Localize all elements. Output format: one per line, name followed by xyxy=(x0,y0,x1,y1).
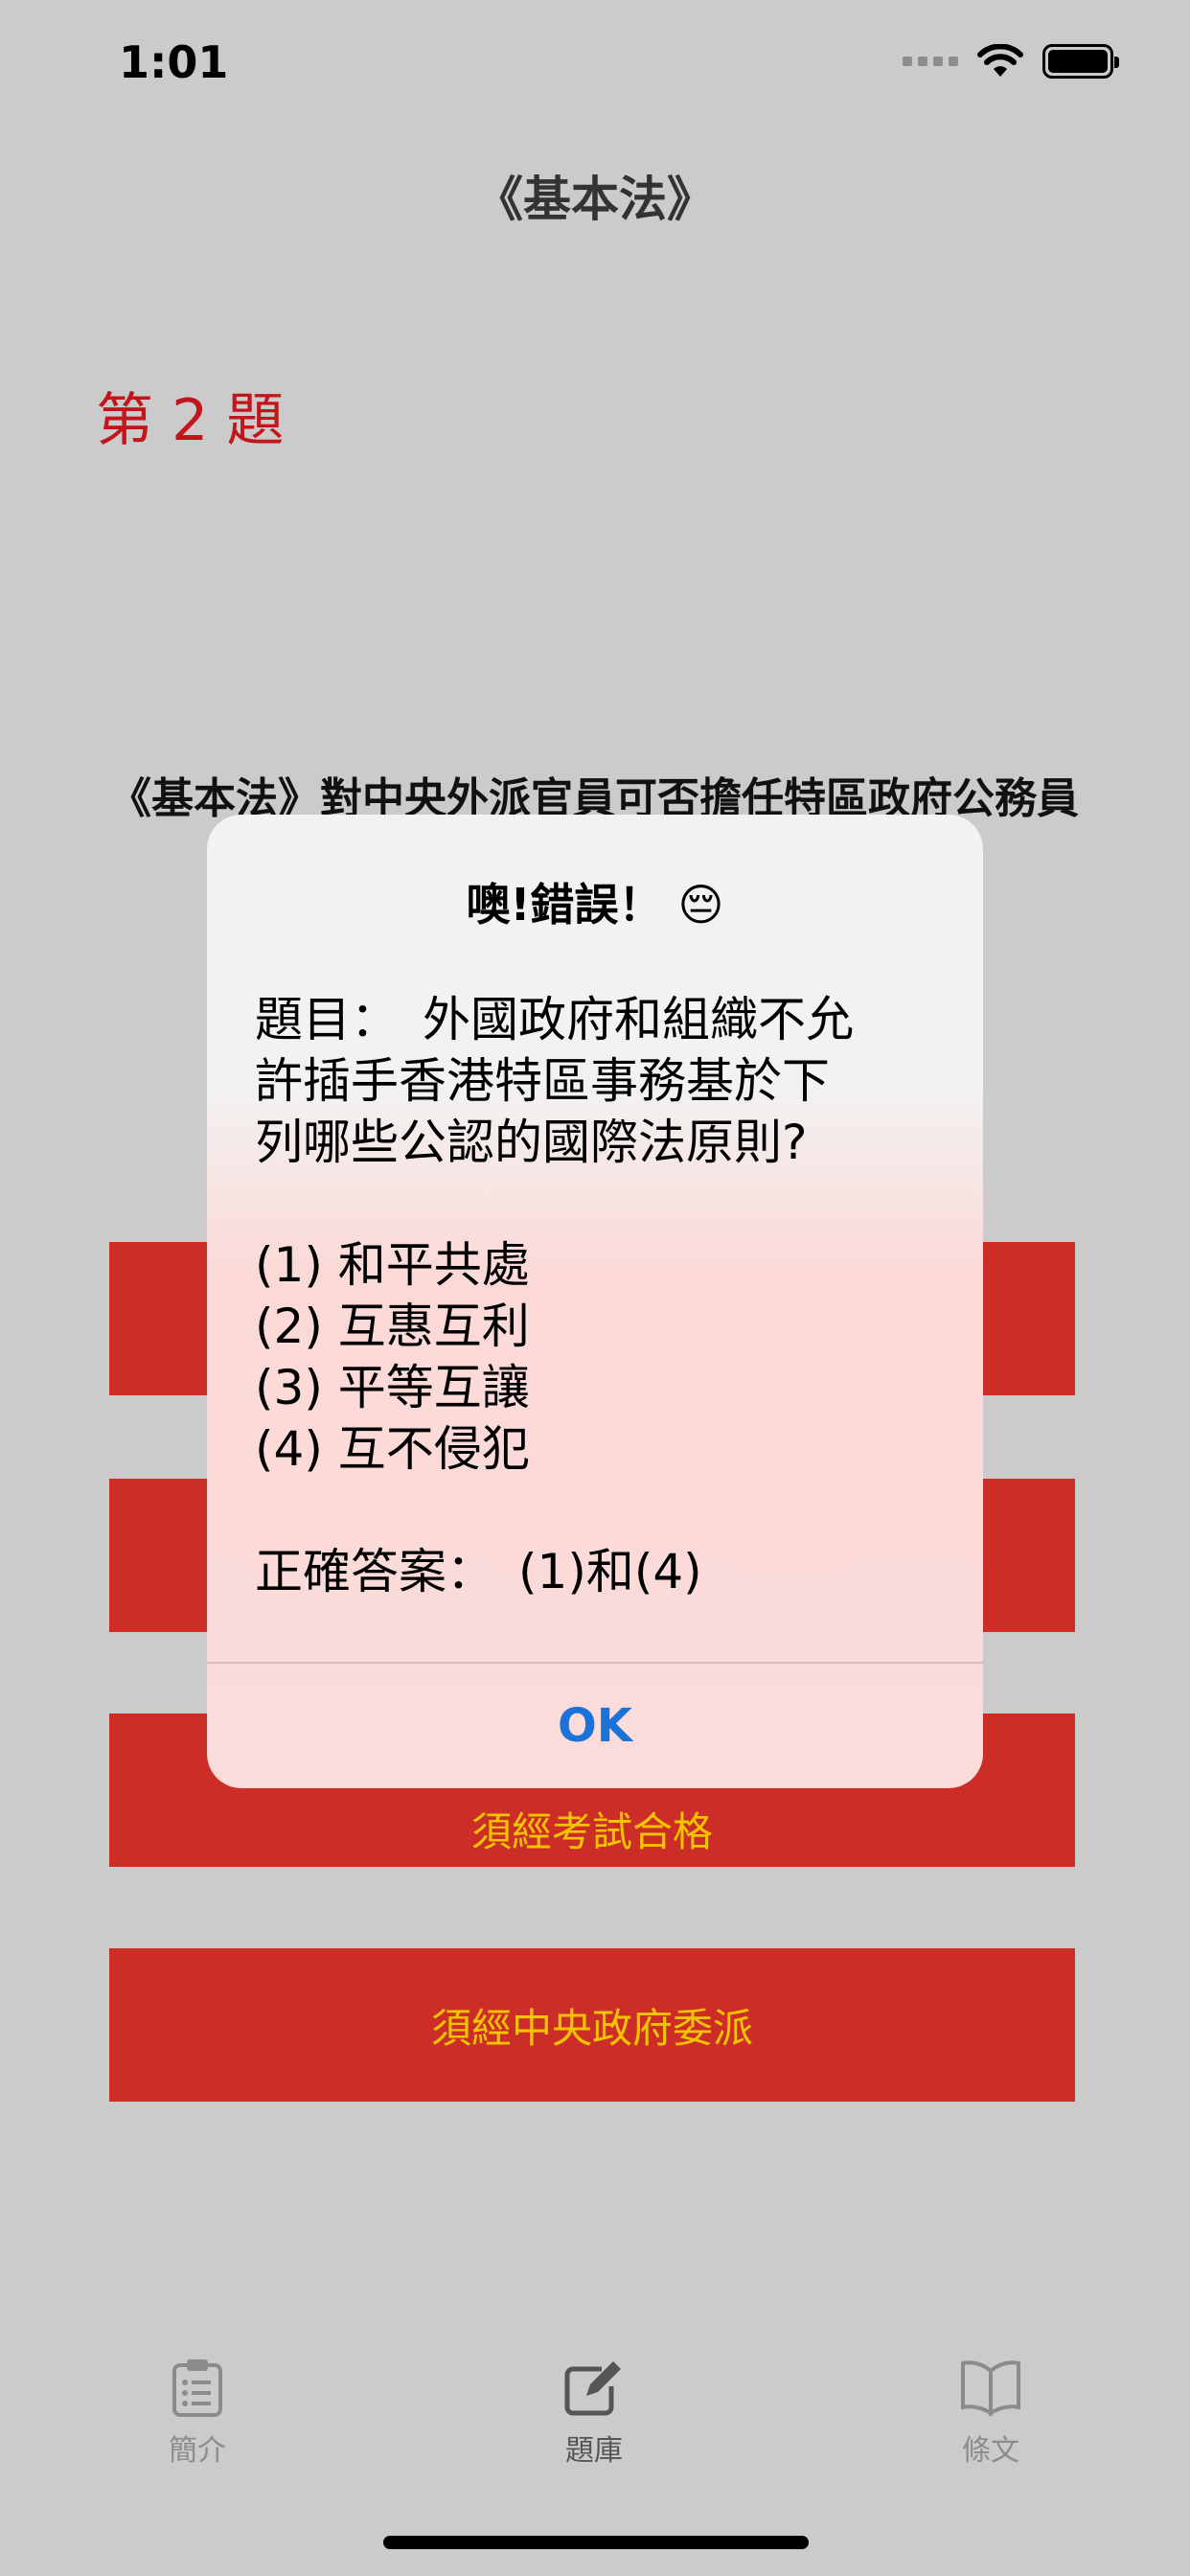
tab-articles[interactable]: 條文 xyxy=(895,2358,1087,2469)
alert-correct-answer: 正確答案： (1)和(4) xyxy=(255,1544,702,1599)
cellular-signal-icon xyxy=(903,57,958,66)
answer-label: 須經考試合格 xyxy=(470,1807,713,1855)
alert-option: (1) 和平共處 xyxy=(255,1237,530,1293)
battery-icon xyxy=(1042,44,1119,79)
alert-question-line: 題目： 外國政府和組織不允 xyxy=(255,992,854,1047)
ok-button[interactable]: OK xyxy=(207,1664,983,1788)
alert-question-line: 列哪些公認的國際法原則? xyxy=(255,1115,808,1170)
tab-question-bank[interactable]: 題庫 xyxy=(498,2358,690,2469)
wifi-icon xyxy=(977,44,1023,77)
status-indicators xyxy=(903,44,1119,79)
answer-button-4[interactable]: 須經中央政府委派 xyxy=(109,1948,1075,2102)
edit-icon xyxy=(564,2361,621,2416)
clipboard-icon xyxy=(172,2359,222,2417)
alert-question-line: 許插手香港特區事務基於下 xyxy=(255,1053,830,1109)
error-alert: 噢!錯誤！ 😔 題目： 外國政府和組織不允 許插手香港特區事務基於下 列哪些公認… xyxy=(207,815,983,1788)
tab-label: 簡介 xyxy=(169,2434,226,2468)
tab-label: 題庫 xyxy=(565,2434,623,2468)
alert-title: 噢!錯誤！ 😔 xyxy=(466,879,724,931)
tab-label: 條文 xyxy=(962,2434,1019,2468)
home-indicator[interactable] xyxy=(383,2536,809,2549)
tab-intro[interactable]: 簡介 xyxy=(102,2358,293,2469)
nav-title: 《基本法》 xyxy=(475,172,715,227)
alert-option: (4) 互不侵犯 xyxy=(255,1421,530,1477)
question-number: 第 2 題 xyxy=(96,387,285,454)
alert-option: (3) 平等互讓 xyxy=(255,1360,530,1415)
alert-message: 題目： 外國政府和組織不允 許插手香港特區事務基於下 列哪些公認的國際法原則? … xyxy=(255,989,954,1602)
alert-option: (2) 互惠互利 xyxy=(255,1299,530,1354)
book-icon xyxy=(961,2360,1020,2417)
status-time: 1:01 xyxy=(119,36,229,88)
